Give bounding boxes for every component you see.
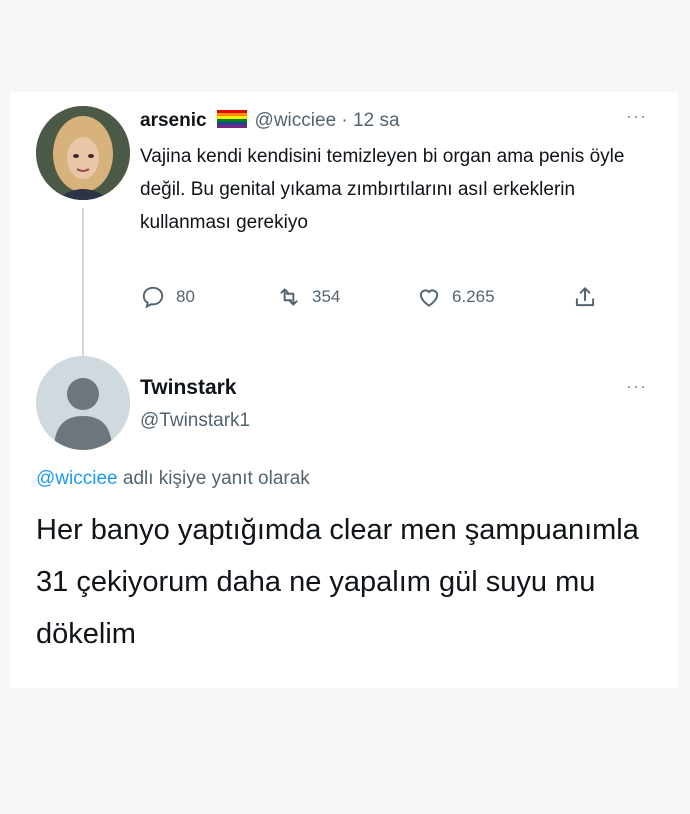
like-icon xyxy=(419,289,439,307)
replying-to-link[interactable]: @wicciee xyxy=(36,468,118,489)
retweet-button[interactable]: 354 xyxy=(276,284,340,310)
share-button[interactable] xyxy=(572,284,598,310)
tweet-card: arsenic @wicciee · 12 sa ··· Vajina kendi… xyxy=(10,92,678,688)
tweet-actions: 80 354 6.265 xyxy=(140,284,600,312)
thread-line xyxy=(82,208,84,358)
author-name[interactable]: arsenic xyxy=(140,110,207,131)
reply-author-avatar[interactable] xyxy=(36,356,130,450)
like-button[interactable]: 6.265 xyxy=(416,284,495,310)
share-icon xyxy=(575,287,595,307)
retweet-icon xyxy=(280,288,298,306)
author-avatar[interactable] xyxy=(36,106,130,200)
tweet-text: Vajina kendi kendisini temizleyen bi org… xyxy=(140,146,625,233)
author-handle[interactable]: @wicciee xyxy=(255,110,337,131)
rainbow-flag-icon xyxy=(216,110,247,128)
default-avatar-icon xyxy=(36,356,130,450)
like-count: 6.265 xyxy=(452,287,495,306)
more-icon[interactable]: ··· xyxy=(626,376,647,397)
reply-button[interactable]: 80 xyxy=(140,284,195,310)
retweet-count: 354 xyxy=(312,287,341,306)
reply-icon xyxy=(142,286,164,309)
replying-to-suffix: adlı kişiye yanıt olarak xyxy=(117,468,310,489)
more-icon[interactable]: ··· xyxy=(626,106,647,127)
replying-to: @wicciee adlı kişiye yanıt olarak xyxy=(36,468,310,490)
reply-count: 80 xyxy=(176,287,195,306)
avatar-photo xyxy=(36,106,130,200)
reply-text: Her banyo yaptığımda clear men şampuanım… xyxy=(36,514,639,650)
reply-author-handle[interactable]: @Twinstark1 xyxy=(140,410,250,432)
reply-author-name[interactable]: Twinstark xyxy=(140,376,236,400)
tweet-time[interactable]: · 12 sa xyxy=(341,110,399,131)
tweet-header: arsenic @wicciee · 12 sa xyxy=(140,110,400,132)
